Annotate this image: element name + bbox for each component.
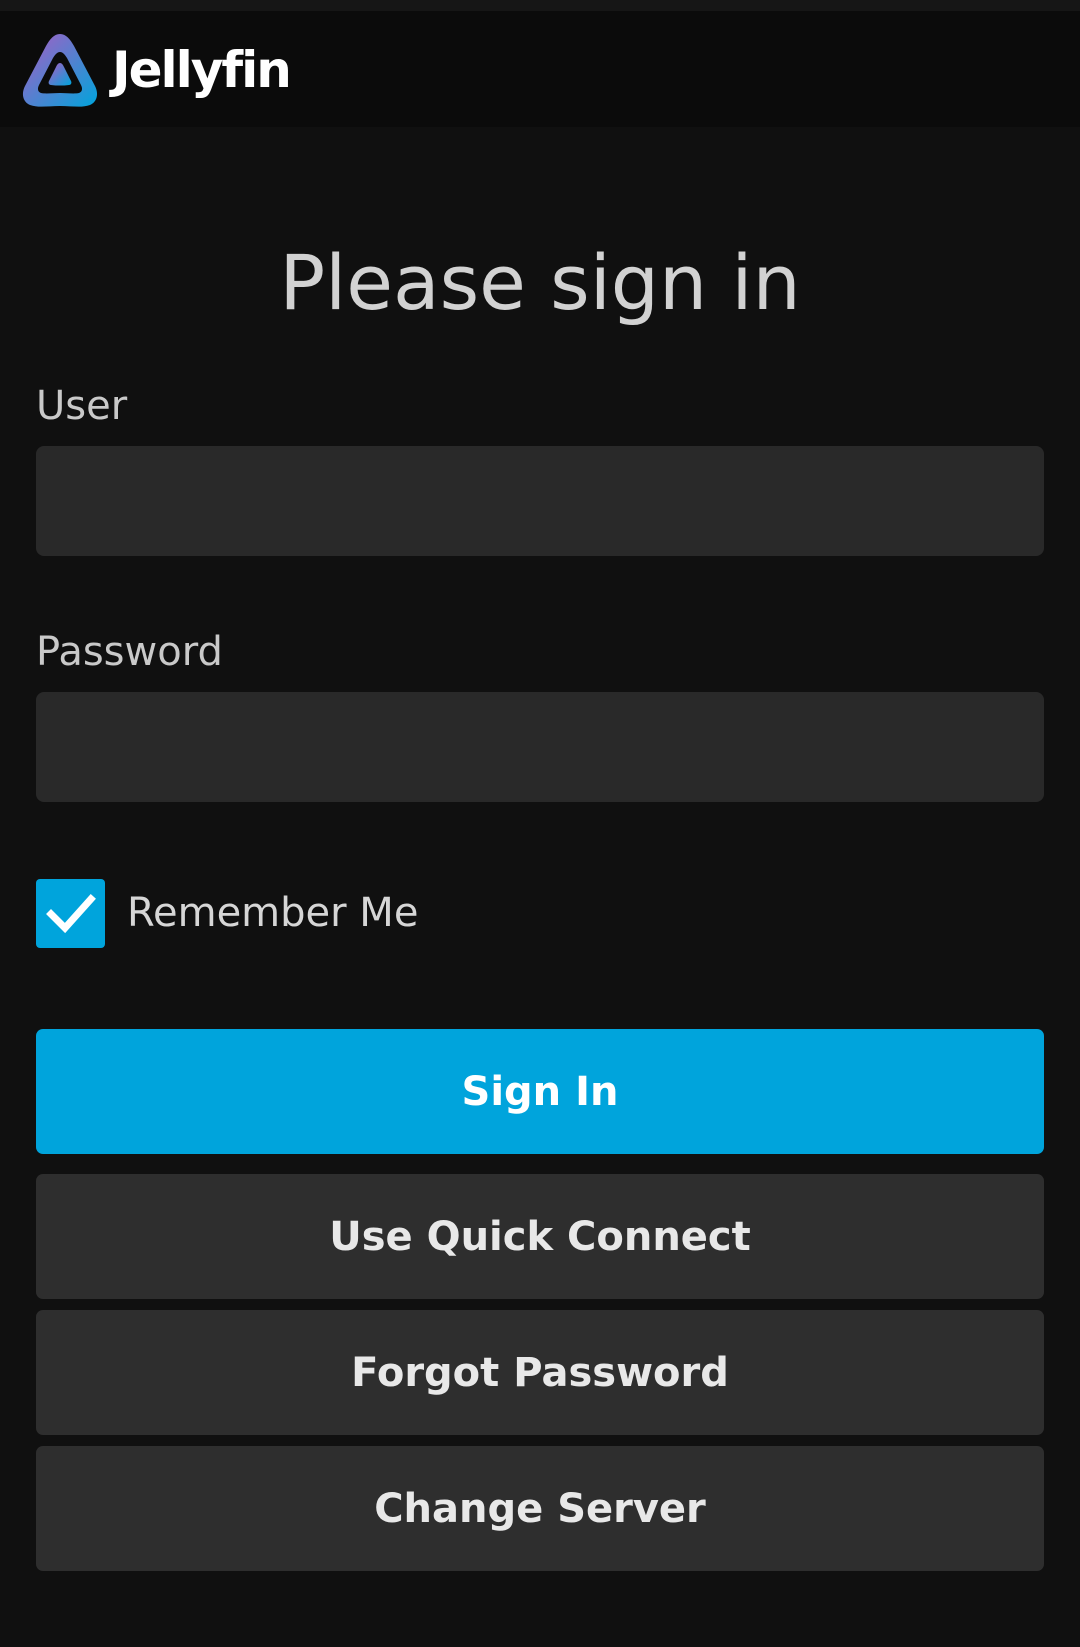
page-title: Please sign in	[279, 238, 801, 327]
forgot-password-button[interactable]: Forgot Password	[36, 1310, 1044, 1435]
remember-me-label[interactable]: Remember Me	[127, 885, 418, 941]
sign-in-button[interactable]: Sign In	[36, 1029, 1044, 1154]
status-strip	[0, 0, 1080, 11]
user-label: User	[36, 383, 128, 429]
app-name: Jellyfin	[112, 41, 292, 99]
checkmark-icon	[46, 894, 96, 934]
jellyfin-logo-icon	[22, 34, 98, 107]
app-header: Jellyfin	[0, 11, 1080, 127]
change-server-button[interactable]: Change Server	[36, 1446, 1044, 1571]
quick-connect-button[interactable]: Use Quick Connect	[36, 1174, 1044, 1299]
password-input[interactable]	[36, 692, 1044, 802]
app-logo[interactable]: Jellyfin	[20, 30, 292, 110]
remember-me-checkbox[interactable]	[36, 879, 105, 948]
password-label: Password	[36, 629, 223, 675]
user-input[interactable]	[36, 446, 1044, 556]
